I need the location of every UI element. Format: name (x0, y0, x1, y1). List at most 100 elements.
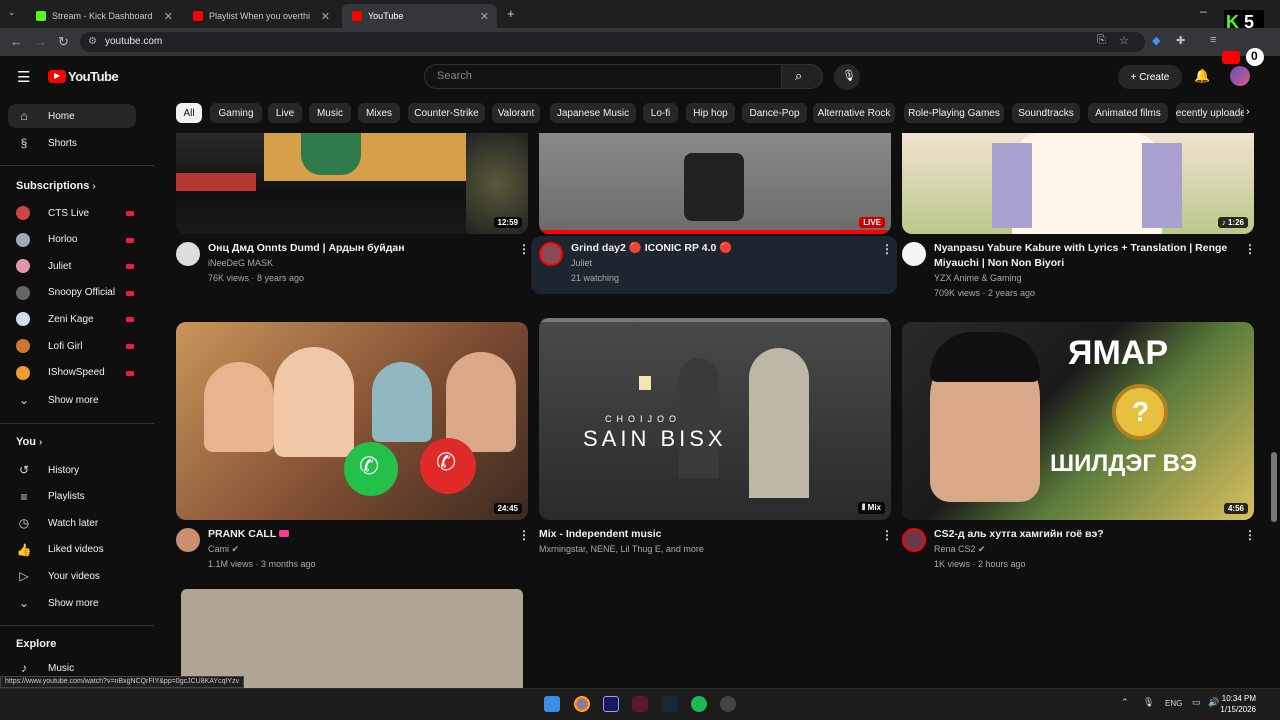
close-tab-icon[interactable]: ✕ (321, 10, 330, 23)
video-title[interactable]: PRANK CALL (208, 527, 508, 542)
windows-start-icon[interactable] (544, 696, 560, 712)
more-options-icon[interactable]: ⋮ (1244, 528, 1256, 542)
premiere-icon[interactable] (603, 696, 619, 712)
video-title[interactable]: Онц Дмд Onnts Dumd | Ардын буйдан (208, 241, 508, 256)
more-options-icon[interactable]: ⋮ (518, 528, 530, 542)
bookmark-star-icon[interactable]: ☆ (1119, 34, 1129, 47)
clock[interactable]: 10:34 PM 1/15/2026 (1220, 693, 1256, 715)
chrome-icon[interactable] (574, 696, 590, 712)
chip-role-playing-games[interactable]: Role-Playing Games (904, 103, 1004, 123)
more-options-icon[interactable]: ⋮ (881, 242, 893, 256)
sidebar-item-cts-live[interactable]: CTS Live (16, 206, 89, 220)
minimize-icon[interactable]: – (1200, 4, 1207, 18)
notifications-bell-icon[interactable]: 🔔 (1194, 68, 1210, 84)
subscriptions-heading[interactable]: Subscriptions › (16, 180, 96, 192)
sidebar-item-snoopy-official[interactable]: Snoopy Official (16, 285, 115, 300)
channel-avatar[interactable] (176, 528, 200, 552)
scrollbar-thumb[interactable] (1271, 452, 1277, 522)
search-input[interactable]: Search (424, 64, 782, 89)
sidebar-show-more[interactable]: ⌄ Show more (16, 596, 99, 610)
volume-icon[interactable]: 🔊 (1208, 697, 1219, 708)
chip-japanese-music[interactable]: Japanese Music (550, 103, 636, 123)
sidebar-item-zeni-kage[interactable]: Zeni Kage (16, 312, 94, 327)
chip-all[interactable]: All (176, 103, 202, 123)
sidebar-item-shorts[interactable]: § Shorts (16, 136, 77, 150)
channel-name[interactable]: Cami ✔ (208, 542, 239, 557)
forward-icon[interactable]: → (34, 34, 47, 49)
spotify-icon[interactable] (691, 696, 707, 712)
more-options-icon[interactable]: ⋮ (881, 528, 893, 542)
app-icon[interactable] (632, 696, 648, 712)
video-thumbnail[interactable]: 12:59 (176, 133, 528, 234)
sidebar-item-home[interactable]: ⌂ Home (8, 104, 136, 128)
video-thumbnail[interactable]: LIVE (539, 133, 891, 234)
sidebar-item-playlists[interactable]: ≡ Playlists (16, 490, 84, 504)
chip-valorant[interactable]: Valorant (492, 103, 540, 123)
install-icon[interactable]: ⎘ (1097, 34, 1106, 47)
tab-kick[interactable]: Stream - Kick Dashboard ✕ (26, 4, 181, 28)
sidebar-item-your-videos[interactable]: ▷ Your videos (16, 569, 100, 583)
video-thumbnail[interactable]: ЯМАР ? ШИЛДЭГ ВЭ 4:56 (902, 322, 1254, 520)
search-button[interactable]: ⌕ (781, 64, 823, 89)
channel-name[interactable]: YZX Anime & Gaming (934, 271, 1022, 286)
sidebar-item-ishowspeed[interactable]: IShowSpeed (16, 365, 105, 380)
video-thumbnail[interactable]: CHOIJOO SAIN BISX ⦀ Mix (539, 318, 891, 520)
address-bar[interactable]: ⚙ youtube.com (80, 32, 1145, 52)
chip-soundtracks[interactable]: Soundtracks (1012, 103, 1080, 123)
site-info-icon[interactable]: ⚙ (88, 32, 97, 52)
tray-chevron-icon[interactable]: ⌃ (1121, 697, 1129, 708)
back-icon[interactable]: ← (10, 34, 23, 49)
channel-avatar[interactable] (902, 528, 926, 552)
chip-music[interactable]: Music (309, 103, 351, 123)
more-options-icon[interactable]: ⋮ (518, 242, 530, 256)
tab-search-icon[interactable]: ⌄ (8, 7, 16, 18)
chip-dance-pop[interactable]: Dance-Pop (742, 103, 807, 123)
close-tab-icon[interactable]: ✕ (480, 10, 489, 23)
channel-avatar[interactable] (902, 242, 926, 266)
chips-next-icon[interactable]: › (1246, 106, 1250, 118)
channel-name[interactable]: Rena CS2 ✔ (934, 542, 986, 557)
chip-recently-uploaded[interactable]: Recently uploaded (1176, 103, 1244, 123)
reading-list-icon[interactable]: ≡ (1210, 34, 1216, 46)
video-title[interactable]: Nyanpasu Yabure Kabure with Lyrics + Tra… (934, 241, 1234, 271)
video-thumbnail[interactable]: ✆ ✆ 24:45 (176, 322, 528, 520)
video-title[interactable]: Grind day2 🔴 ICONIC RP 4.0 🔴 (571, 241, 871, 256)
chip-alternative-rock[interactable]: Alternative Rock (813, 103, 895, 123)
sidebar-item-history[interactable]: ↺ History (16, 463, 79, 477)
new-tab-icon[interactable]: + (507, 6, 515, 21)
steam-icon[interactable] (661, 696, 677, 712)
chip-live[interactable]: Live (268, 103, 302, 123)
chip-lo-fi[interactable]: Lo-fi (643, 103, 678, 123)
you-heading[interactable]: You › (16, 436, 42, 448)
channel-name[interactable]: iNeeDeG MASK (208, 256, 273, 271)
chip-counter-strike[interactable]: Counter-Strike (408, 103, 485, 123)
chip-gaming[interactable]: Gaming (210, 103, 262, 123)
extension-icon[interactable]: ◆ (1152, 34, 1160, 47)
tab-youtube[interactable]: YouTube ✕ (342, 4, 497, 28)
more-options-icon[interactable]: ⋮ (1244, 242, 1256, 256)
close-tab-icon[interactable]: ✕ (164, 10, 173, 23)
create-button[interactable]: + Create (1118, 65, 1182, 89)
language-indicator[interactable]: ENG (1165, 699, 1182, 708)
sidebar-item-liked-videos[interactable]: 👍 Liked videos (16, 543, 104, 557)
sidebar-item-juliet[interactable]: Juliet (16, 259, 71, 274)
video-title[interactable]: Mix - Independent music (539, 527, 839, 542)
chip-mixes[interactable]: Mixes (358, 103, 400, 123)
channel-avatar[interactable] (539, 242, 563, 266)
channel-name[interactable]: Juliet (571, 256, 592, 271)
app-icon[interactable] (720, 696, 736, 712)
sidebar-item-music[interactable]: ♪ Music (16, 661, 74, 675)
sidebar-show-more[interactable]: ⌄ Show more (16, 393, 99, 407)
microphone-icon[interactable]: 🎙 (1143, 697, 1154, 708)
avatar[interactable] (1230, 66, 1250, 86)
network-icon[interactable]: ▭ (1192, 697, 1201, 708)
video-title[interactable]: CS2-д аль хутга хамгийн гоё вэ? (934, 527, 1234, 542)
video-thumbnail[interactable]: ♪ 1:26 (902, 133, 1254, 234)
chip-hip-hop[interactable]: Hip hop (686, 103, 735, 123)
sidebar-item-watch-later[interactable]: ◷ Watch later (16, 516, 98, 530)
video-thumbnail[interactable] (181, 589, 523, 688)
sidebar-item-lofi-girl[interactable]: Lofi Girl (16, 339, 82, 353)
voice-search-button[interactable]: 🎙 (834, 64, 860, 90)
extensions-puzzle-icon[interactable]: ✚ (1176, 34, 1185, 47)
tab-playlist[interactable]: Playlist When you overthi ✕ (183, 4, 338, 28)
